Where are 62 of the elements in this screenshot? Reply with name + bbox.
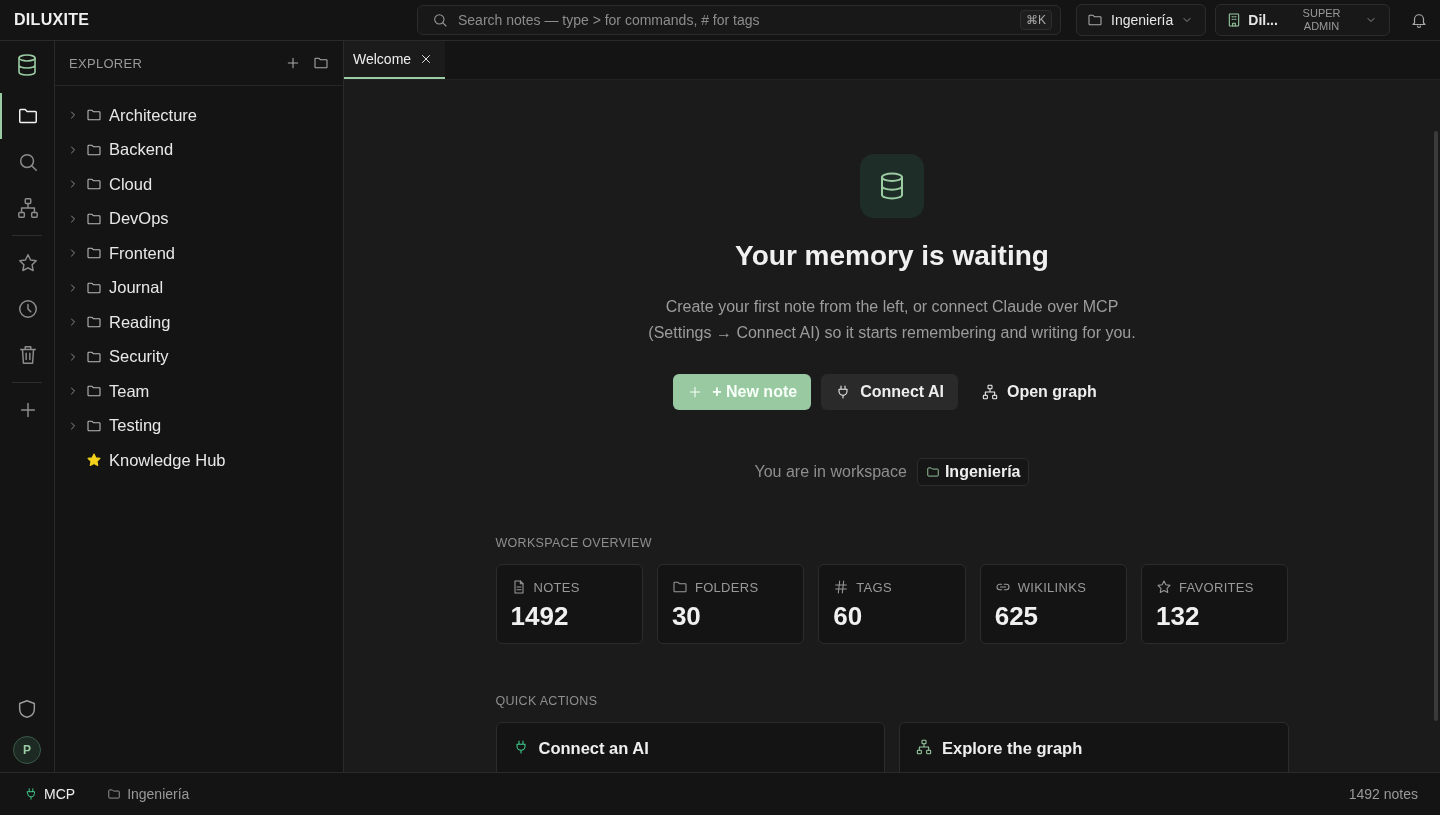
database-icon: [860, 154, 924, 218]
plug-icon: [24, 787, 38, 801]
search-input[interactable]: Search notes — type > for commands, # for tags: [456, 11, 1012, 29]
tree-item[interactable]: Security: [109, 347, 169, 367]
open-graph-button[interactable]: Open graph: [968, 374, 1111, 410]
search-icon: [432, 12, 448, 28]
app-title: DILUXITE: [13, 11, 91, 29]
user-avatar[interactable]: P: [13, 736, 41, 764]
tree-item[interactable]: Knowledge Hub: [109, 450, 226, 470]
tree-item[interactable]: Team: [109, 381, 150, 401]
star-icon: [1156, 579, 1173, 595]
card-title: Connect an AI: [538, 739, 649, 758]
folder-icon: [1087, 12, 1103, 28]
stat-value: 30: [671, 601, 702, 632]
new-note-icon[interactable]: [285, 55, 301, 71]
stat-label: TAGS: [856, 579, 892, 595]
tree-item[interactable]: Frontend: [109, 243, 176, 263]
explorer-title: EXPLORER: [69, 55, 144, 71]
folder-icon: [671, 579, 688, 595]
star-icon: [86, 452, 102, 469]
section-title: QUICK ACTIONS: [495, 694, 599, 708]
graph-icon: [916, 739, 932, 755]
note-count: 1492 notes: [1348, 786, 1418, 802]
workspace-chip[interactable]: Ingeniería: [916, 458, 1030, 486]
folder-icon: [107, 787, 122, 801]
quick-action-card[interactable]: Connect an AI: [495, 722, 885, 772]
new-folder-icon[interactable]: [313, 55, 329, 71]
search-field[interactable]: Search notes — type > for commands, # for tags ⌘K: [417, 5, 1061, 35]
graph-icon: [982, 384, 998, 400]
quick-action-card[interactable]: Explore the graph: [899, 722, 1289, 772]
section-title: WORKSPACE OVERVIEW: [495, 536, 653, 550]
stat-label: WIKILINKS: [1017, 579, 1087, 595]
welcome-heading: Your memory is waiting: [735, 240, 1049, 272]
stat-value: 60: [833, 601, 864, 632]
tree-item[interactable]: Architecture: [109, 105, 198, 125]
card-title: Explore the graph: [942, 739, 1083, 758]
workspace-text: You are in workspace: [754, 463, 907, 481]
workspace-status[interactable]: Ingeniería: [107, 786, 190, 802]
stat-label: FOLDERS: [694, 579, 759, 595]
notification-bell-icon[interactable]: [1410, 11, 1429, 29]
stat-label: NOTES: [533, 579, 580, 595]
tree-item[interactable]: Cloud: [109, 174, 153, 194]
hash-icon: [833, 579, 850, 595]
tree-item[interactable]: Testing: [109, 416, 162, 436]
shield-icon[interactable]: [16, 698, 38, 720]
stat-value: 132: [1156, 601, 1201, 632]
workspace-picker[interactable]: Ingeniería: [1076, 4, 1207, 36]
editor-tab[interactable]: Welcome: [344, 41, 446, 79]
stat-value: 625: [994, 601, 1040, 632]
account-menu[interactable]: Dil... SUPER ADMIN: [1215, 4, 1391, 36]
folder-icon: [925, 465, 940, 479]
tree-item[interactable]: Backend: [109, 140, 174, 160]
stat-label: FAVORITES: [1179, 579, 1254, 595]
tree-item[interactable]: Journal: [109, 278, 164, 298]
connect-ai-button[interactable]: Connect AI: [821, 374, 958, 410]
shortcut-key: ⌘K: [1020, 10, 1052, 30]
mcp-status[interactable]: MCP: [24, 786, 76, 802]
tree-item[interactable]: Reading: [109, 312, 171, 332]
tree-item[interactable]: DevOps: [109, 209, 169, 229]
database-icon[interactable]: [15, 53, 39, 77]
stat-value: 1492: [510, 601, 570, 632]
welcome-text: Create your first note from the left, or connect Claude over MCP (Settings → Connect AI) so it starts remembering and writing for you.: [647, 297, 1137, 343]
